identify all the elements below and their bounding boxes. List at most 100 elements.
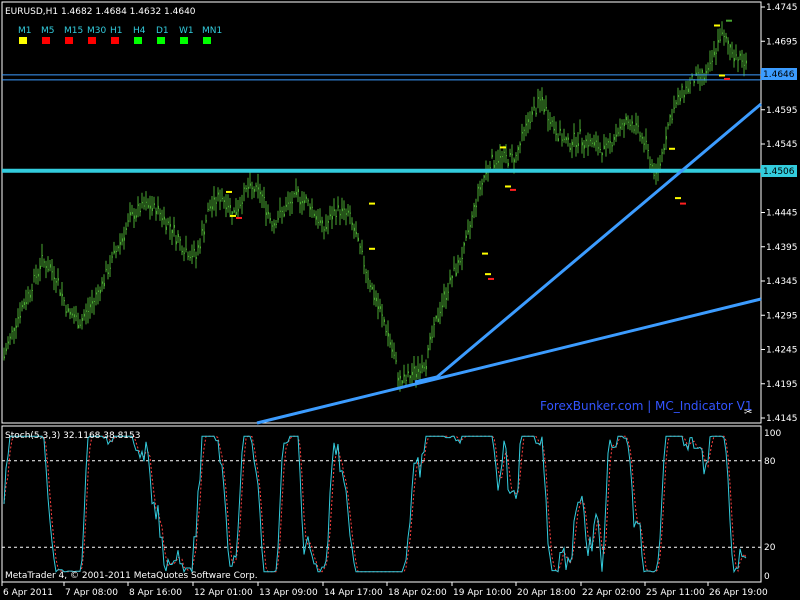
candle-body	[739, 53, 741, 56]
steep-trendline[interactable]	[436, 102, 762, 379]
candle-body	[435, 315, 437, 319]
candle-body	[211, 206, 213, 210]
candle-body	[359, 246, 361, 248]
candle-body	[31, 290, 33, 291]
candle-body	[571, 141, 573, 145]
candle-body	[653, 174, 655, 176]
candle-body	[187, 255, 189, 257]
scissors-icon[interactable]: ✂	[744, 407, 752, 418]
candle-body	[529, 121, 531, 123]
candle-body	[261, 194, 263, 197]
candle-body	[431, 336, 433, 338]
candle-body	[19, 315, 21, 318]
candle-body	[719, 39, 721, 41]
candle-body	[319, 220, 321, 223]
timeframe-label-mn1: MN1	[202, 26, 222, 36]
candle-body	[651, 164, 653, 167]
candle-body	[27, 292, 29, 294]
candle-body	[551, 120, 553, 122]
candle-body	[743, 64, 745, 66]
candle-body	[701, 69, 703, 73]
candle-body	[125, 228, 127, 230]
candle-body	[543, 109, 545, 112]
time-tick-label: 20 Apr 18:00	[517, 588, 576, 598]
candle-body	[203, 231, 205, 235]
candle-body	[711, 60, 713, 62]
stoch-tick-label: 100	[764, 429, 781, 439]
candle-body	[661, 152, 663, 154]
candle-body	[557, 138, 559, 142]
chart-window[interactable]: 100 80 20 0 1.4745 1.4695 1.4595 1.4545 1.4445 1…	[0, 0, 800, 600]
trendlines-layer[interactable]	[256, 102, 762, 425]
copyright-text: MetaTrader 4, © 2001-2011 MetaQuotes Sof…	[5, 571, 258, 581]
candle-body	[385, 331, 387, 333]
candle-body	[683, 94, 685, 98]
candle-body	[291, 201, 293, 204]
candle-body	[623, 122, 625, 127]
candle-body	[267, 211, 269, 215]
price-tick-label: 1.4695	[766, 37, 798, 47]
candle-body	[181, 251, 183, 253]
stoch-tick-label: 0	[764, 572, 770, 582]
current-price-label: 1.4646	[763, 70, 795, 80]
candle-body	[265, 212, 267, 215]
stoch-frame	[1, 425, 762, 583]
candle-body	[611, 145, 613, 147]
candle-body	[45, 266, 47, 268]
candle-body	[349, 212, 351, 214]
candle-body	[455, 272, 457, 276]
candle-body	[523, 129, 525, 131]
timeframe-indicator-h4	[134, 37, 142, 44]
candle-body	[137, 204, 139, 206]
candle-body	[729, 44, 731, 48]
candle-body	[745, 60, 747, 64]
candle-body	[115, 251, 117, 252]
candle-body	[105, 269, 107, 271]
candle-body	[215, 202, 217, 204]
candle-body	[295, 191, 297, 195]
candle-body	[209, 206, 211, 209]
candle-body	[23, 302, 25, 305]
candle-body	[339, 213, 341, 216]
candle-body	[163, 216, 165, 220]
candle-body	[15, 325, 17, 328]
time-tick-label: 12 Apr 01:00	[194, 588, 253, 598]
candle-body	[631, 121, 633, 124]
candle-body	[691, 75, 693, 77]
candle-body	[495, 163, 497, 165]
candle-body	[467, 230, 469, 233]
candle-body	[445, 298, 447, 300]
chart-svg[interactable]: 10080200 1.47451.46951.45951.45451.44451…	[0, 0, 800, 600]
candle-body	[713, 51, 715, 56]
candle-body	[247, 186, 249, 189]
candle-body	[393, 354, 395, 356]
time-axis: 6 Apr 2011 7 Apr 08:00 8 Apr 16:00 12 Apr 0…	[1, 582, 768, 598]
candle-body	[327, 221, 329, 223]
candle-body	[567, 137, 569, 140]
candle-body	[381, 314, 383, 316]
candle-body	[253, 188, 255, 192]
candle-body	[225, 207, 227, 210]
candle-body	[613, 137, 615, 140]
candle-body	[675, 102, 677, 104]
time-tick-label: 18 Apr 02:00	[388, 588, 447, 598]
candle-body	[619, 126, 621, 129]
candle-body	[109, 267, 111, 269]
candle-body	[173, 225, 175, 228]
candle-body	[591, 142, 593, 144]
candle-body	[239, 204, 241, 206]
candle-body	[103, 282, 105, 287]
stoch-tick-label: 80	[764, 457, 776, 467]
timeframe-label-m5: M5	[41, 26, 55, 36]
candle-body	[483, 175, 485, 178]
candle-body	[89, 304, 91, 308]
candle-body	[427, 348, 429, 351]
candle-body	[59, 292, 61, 296]
candle-body	[301, 201, 303, 204]
price-tick-label: 1.4295	[766, 311, 798, 321]
candle-body	[199, 246, 201, 249]
candle-body	[121, 238, 123, 242]
candle-body	[407, 371, 409, 374]
candle-body	[347, 210, 349, 213]
candle-body	[177, 233, 179, 237]
